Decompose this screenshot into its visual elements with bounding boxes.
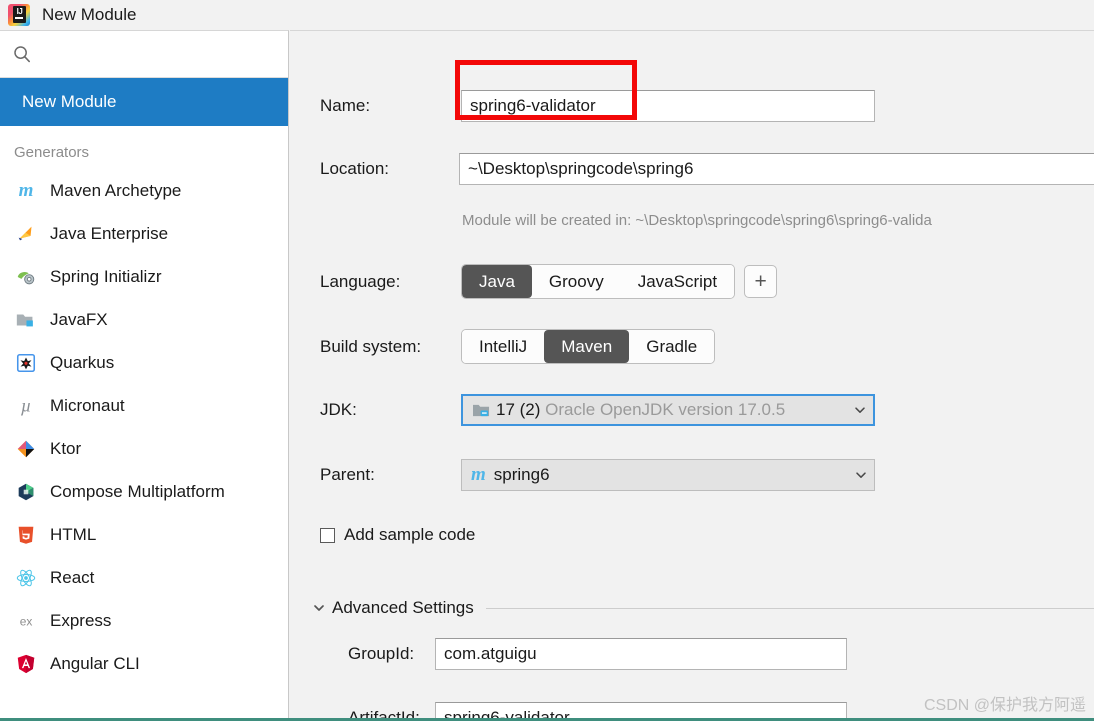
parent-row: Parent: m spring6 [320,458,875,492]
watermark: CSDN @保护我方阿遥 [924,691,1086,715]
build-system-option-gradle[interactable]: Gradle [629,330,714,363]
sidebar-item-label: JavaFX [50,310,108,330]
intellij-idea-logo-icon: IJ [8,4,30,26]
sidebar: New Module Generators m Maven Archetype … [0,30,289,718]
sidebar-item-label: React [50,568,94,588]
sidebar-item-label: Ktor [50,439,81,459]
spring-icon [14,265,38,289]
chevron-down-icon [312,601,326,615]
location-label: Location: [320,159,459,179]
micronaut-icon: µ [14,394,38,418]
angular-icon [14,652,38,676]
javafx-icon [14,308,38,332]
maven-icon: m [14,179,38,203]
new-module-dialog: IJ New Module New Module Generators m Ma… [0,0,1094,721]
sidebar-item-micronaut[interactable]: µ Micronaut [0,384,288,427]
ktor-icon [14,437,38,461]
group-id-row: GroupId: [320,637,847,671]
sidebar-item-label: Angular CLI [50,654,140,674]
build-system-segmented-control[interactable]: IntelliJ Maven Gradle [461,329,715,364]
quarkus-icon [14,351,38,375]
add-language-button[interactable]: + [744,265,777,298]
sidebar-item-new-module[interactable]: New Module [0,78,288,126]
jdk-label: JDK: [320,400,461,420]
sidebar-item-label: Quarkus [50,353,114,373]
sidebar-item-label: HTML [50,525,96,545]
jdk-dropdown[interactable]: 17 (2) Oracle OpenJDK version 17.0.5 [461,394,875,426]
sidebar-item-compose-multiplatform[interactable]: Compose Multiplatform [0,470,288,513]
generators-header: Generators [0,126,288,169]
section-divider [486,608,1094,609]
search-icon [12,44,32,64]
parent-value: spring6 [494,465,848,485]
location-input[interactable] [459,153,1094,185]
search-row[interactable] [0,31,288,78]
build-system-label: Build system: [320,337,461,357]
maven-icon: m [471,465,486,485]
advanced-settings-header[interactable]: Advanced Settings [312,596,1094,620]
sidebar-item-ktor[interactable]: Ktor [0,427,288,470]
add-sample-code-row[interactable]: Add sample code [320,523,475,547]
form-panel: Name: Location: Module will be created i… [290,30,1094,718]
language-option-javascript[interactable]: JavaScript [621,265,734,298]
artifact-id-input[interactable] [435,702,847,718]
group-id-label: GroupId: [320,644,435,664]
svg-text:µ: µ [21,395,32,415]
sidebar-item-label: Compose Multiplatform [50,482,225,502]
sidebar-item-javafx[interactable]: JavaFX [0,298,288,341]
language-label: Language: [320,272,461,292]
name-label: Name: [320,96,461,116]
sidebar-item-label: Maven Archetype [50,181,181,201]
language-segmented-control[interactable]: Java Groovy JavaScript [461,264,735,299]
sidebar-item-label: New Module [22,92,117,112]
parent-label: Parent: [320,465,461,485]
build-system-row: Build system: IntelliJ Maven Gradle [320,329,715,364]
java-enterprise-icon [14,222,38,246]
language-option-groovy[interactable]: Groovy [532,265,621,298]
sidebar-item-label: Java Enterprise [50,224,168,244]
svg-text:ex: ex [20,614,33,628]
sidebar-item-react[interactable]: React [0,556,288,599]
build-system-option-maven[interactable]: Maven [544,330,629,363]
chevron-down-icon [853,403,867,417]
name-input[interactable] [461,90,875,122]
jdk-row: JDK: 17 (2) Oracle OpenJDK version 17.0.… [320,393,875,427]
express-icon: ex [14,609,38,633]
artifact-id-label: ArtifactId: [320,708,435,718]
html5-icon [14,523,38,547]
build-system-option-intellij[interactable]: IntelliJ [462,330,544,363]
title-bar: IJ New Module [0,0,1094,30]
advanced-settings-label: Advanced Settings [332,598,474,618]
language-row: Language: Java Groovy JavaScript + [320,264,777,299]
chevron-down-icon [854,468,868,482]
sidebar-item-label: Spring Initializr [50,267,162,287]
search-input[interactable] [32,39,288,69]
sidebar-item-angular-cli[interactable]: Angular CLI [0,642,288,685]
artifact-id-row: ArtifactId: [320,701,847,718]
location-row: Location: [320,152,1094,186]
add-sample-code-checkbox[interactable] [320,528,335,543]
add-sample-code-label: Add sample code [344,525,475,545]
language-option-java[interactable]: Java [462,265,532,298]
sidebar-item-html[interactable]: HTML [0,513,288,556]
compose-icon [14,480,38,504]
sidebar-item-label: Micronaut [50,396,125,416]
sidebar-item-java-enterprise[interactable]: Java Enterprise [0,212,288,255]
sidebar-item-quarkus[interactable]: Quarkus [0,341,288,384]
name-row: Name: [320,89,1080,123]
group-id-input[interactable] [435,638,847,670]
parent-dropdown[interactable]: m spring6 [461,459,875,491]
react-icon [14,566,38,590]
sidebar-item-spring-initializr[interactable]: Spring Initializr [0,255,288,298]
jdk-value: 17 (2) Oracle OpenJDK version 17.0.5 [496,400,847,420]
sidebar-item-label: Express [50,611,111,631]
sidebar-item-maven-archetype[interactable]: m Maven Archetype [0,169,288,212]
window-title: New Module [42,0,137,30]
jdk-folder-icon [472,402,491,419]
sidebar-item-express[interactable]: ex Express [0,599,288,642]
location-hint: Module will be created in: ~\Desktop\spr… [462,212,932,229]
